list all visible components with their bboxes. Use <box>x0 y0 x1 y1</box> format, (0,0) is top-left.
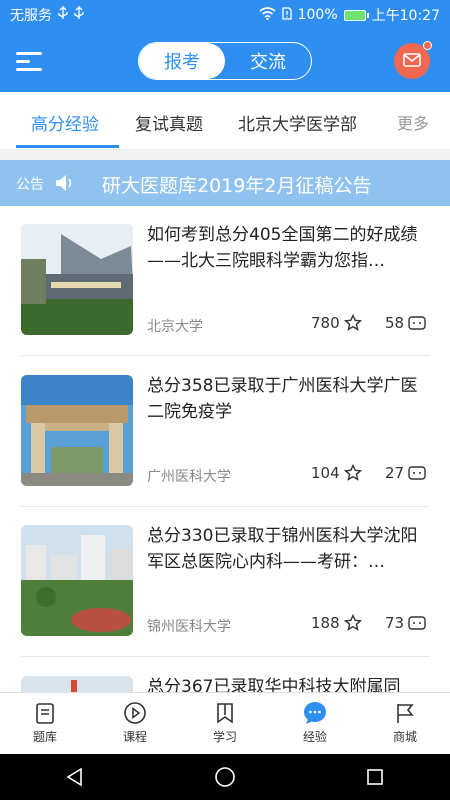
battery-percent: 100% <box>297 7 338 23</box>
nav-item-jingyan[interactable]: 经验 <box>270 693 360 754</box>
envelope-icon <box>403 52 421 71</box>
nav-label: 课程 <box>122 730 147 744</box>
segment-baokao[interactable]: 报考 <box>139 43 225 79</box>
category-tabs: 高分经验 复试真题 北京大学医学部 更多 <box>0 92 450 150</box>
notice-label: 公告 <box>16 177 44 193</box>
list-item[interactable]: 总分330已录取于锦州医科大学沈阳军区总医院心内科——考研：… 锦州医科大学 1… <box>0 506 450 656</box>
star-count: 104 <box>311 464 362 482</box>
comment-count: 73 <box>385 614 426 632</box>
nav-item-xuexi[interactable]: 学习 <box>180 693 270 754</box>
bookmark-icon <box>217 703 233 724</box>
comment-icon <box>408 466 426 480</box>
list-item[interactable]: 如何考到总分405全国第二的好成绩——北大三院眼科学霸为您指… 北京大学 780… <box>0 206 450 356</box>
document-icon <box>36 703 54 724</box>
article-school: 广州医科大学 <box>147 469 231 485</box>
segment-jiaoliu[interactable]: 交流 <box>225 43 311 79</box>
star-count: 780 <box>311 314 362 332</box>
article-school: 锦州医科大学 <box>147 619 231 635</box>
comment-count-value: 27 <box>385 464 405 482</box>
article-thumbnail <box>21 525 133 636</box>
article-school: 北京大学 <box>147 319 203 335</box>
star-count-value: 104 <box>311 464 340 482</box>
back-button[interactable] <box>45 757 105 797</box>
play-icon <box>124 702 146 724</box>
article-title: 总分330已录取于锦州医科大学沈阳军区总医院心内科——考研：… <box>147 526 418 572</box>
battery-icon <box>343 9 369 21</box>
article-title: 总分358已录取于广州医科大学广医二院免疫学 <box>147 376 418 422</box>
usb-icon <box>74 6 84 24</box>
nav-label: 学习 <box>212 730 237 744</box>
segment-control: 报考 交流 <box>138 42 312 80</box>
list-item[interactable]: 总分367已录取华中科技大附属同 <box>0 656 450 692</box>
notification-dot <box>423 41 432 50</box>
list-item[interactable]: 总分358已录取于广州医科大学广医二院免疫学 广州医科大学 104 27 <box>0 356 450 506</box>
section-gap <box>0 150 450 160</box>
nav-label: 经验 <box>302 730 327 744</box>
article-thumbnail <box>21 224 133 335</box>
active-tab-indicator <box>16 145 119 148</box>
system-nav-bar <box>0 754 450 800</box>
notice-text: 研大医题库2019年2月征稿公告 <box>102 175 372 197</box>
sim-icon <box>281 6 292 24</box>
home-circle-icon <box>215 767 235 787</box>
nav-item-shangcheng[interactable]: 商城 <box>360 693 450 754</box>
tab-pku-medical[interactable]: 北京大学医学部 <box>238 110 357 135</box>
flag-icon <box>397 704 414 723</box>
nav-label: 商城 <box>392 730 417 744</box>
star-count-value: 188 <box>311 614 340 632</box>
comment-count-value: 73 <box>385 614 405 632</box>
notice-banner[interactable]: 公告 研大医题库2019年2月征稿公告 <box>0 160 450 206</box>
comment-count: 27 <box>385 464 426 482</box>
recents-button[interactable] <box>345 757 405 797</box>
mail-button[interactable] <box>394 41 432 79</box>
carrier-text: 无服务 <box>10 8 52 24</box>
status-right: 100% 上午10:27 <box>259 5 440 25</box>
article-list: 如何考到总分405全国第二的好成绩——北大三院眼科学霸为您指… 北京大学 780… <box>0 206 450 692</box>
article-title: 如何考到总分405全国第二的好成绩——北大三院眼科学霸为您指… <box>147 225 418 271</box>
nav-item-kecheng[interactable]: 课程 <box>90 693 180 754</box>
usb-icon <box>58 6 68 24</box>
article-title: 总分367已录取华中科技大附属同 <box>147 677 401 692</box>
clock-text: 上午10:27 <box>371 8 440 24</box>
star-icon <box>343 314 362 331</box>
star-icon <box>343 614 362 631</box>
recents-square-icon <box>367 769 383 785</box>
speaker-icon <box>54 173 76 197</box>
tab-fushi[interactable]: 复试真题 <box>135 110 203 135</box>
nav-item-tiku[interactable]: 题库 <box>0 693 90 754</box>
wifi-icon <box>259 6 276 24</box>
comment-icon <box>408 316 426 330</box>
tab-gaofen[interactable]: 高分经验 <box>31 110 99 135</box>
bottom-nav: 题库 课程 学习 经验 商城 <box>0 692 450 754</box>
status-bar: 无服务 100% 上午10:27 <box>0 0 450 30</box>
article-thumbnail <box>21 375 133 486</box>
chat-bubble-icon <box>304 702 326 724</box>
comment-icon <box>408 616 426 630</box>
star-count-value: 780 <box>311 314 340 332</box>
home-button[interactable] <box>195 757 255 797</box>
star-count: 188 <box>311 614 362 632</box>
status-left: 无服务 <box>10 5 84 25</box>
star-icon <box>343 464 362 481</box>
menu-icon[interactable] <box>16 48 44 74</box>
back-triangle-icon <box>66 767 82 787</box>
app-header: 报考 交流 <box>0 30 450 92</box>
article-thumbnail <box>21 676 133 692</box>
tab-more[interactable]: 更多 <box>397 110 429 134</box>
nav-label: 题库 <box>32 730 57 744</box>
comment-count: 58 <box>385 314 426 332</box>
comment-count-value: 58 <box>385 314 405 332</box>
